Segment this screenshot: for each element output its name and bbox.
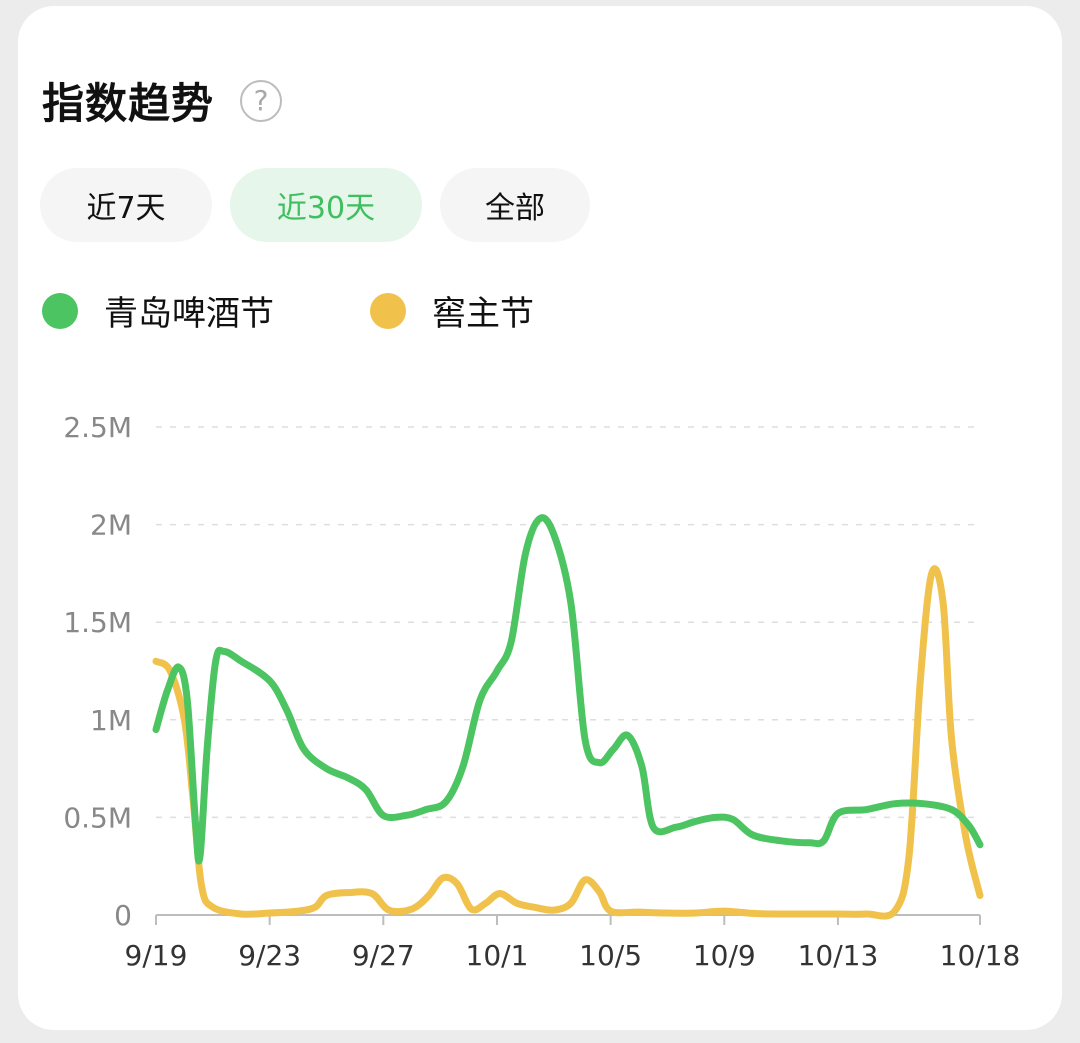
y-tick-label: 0.5M [63, 801, 132, 834]
trend-line-chart: 0 0.5M 1M 1.5M 2M 2.5M 9/19 9/23 9/27 10/1 10/5 10/… [63, 411, 1020, 972]
axis-layer: 0 0.5M 1M 1.5M 2M 2.5M 9/19 9/23 9/27 10/1 10/5 10/… [63, 411, 1020, 972]
y-tick-label: 2M [90, 509, 132, 542]
y-tick-label: 1.5M [63, 606, 132, 639]
x-tick-label: 9/27 [352, 939, 415, 972]
x-tick-label: 10/1 [466, 939, 529, 972]
x-tick-label: 10/9 [693, 939, 756, 972]
x-tick-label: 9/23 [238, 939, 301, 972]
x-tick-label: 10/18 [940, 939, 1021, 972]
y-tick-label: 1M [90, 704, 132, 737]
y-tick-label: 2.5M [63, 411, 132, 444]
series-line-qingdao [152, 514, 984, 865]
series-layer [152, 514, 984, 920]
x-tick-label: 9/19 [125, 939, 188, 972]
x-tick-label: 10/13 [798, 939, 879, 972]
y-tick-label: 0 [114, 899, 132, 932]
x-tick-label: 10/5 [579, 939, 642, 972]
series-line-jiaozhu [152, 565, 984, 920]
grid-layer [156, 426, 980, 819]
